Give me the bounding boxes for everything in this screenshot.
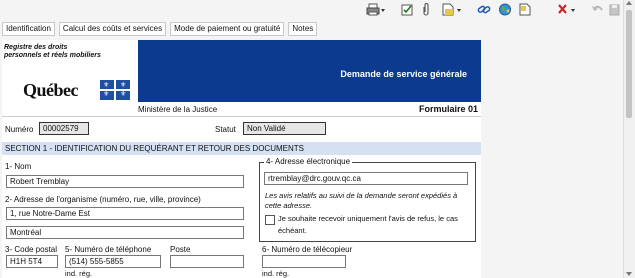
header-banner: Demande de service générale xyxy=(138,40,481,102)
telephone-label: 5- Numéro de téléphone xyxy=(65,245,152,254)
tab-calcul-couts[interactable]: Calcul des coûts et services xyxy=(58,22,167,36)
divider xyxy=(2,116,481,117)
paperclip-icon[interactable] xyxy=(420,2,432,17)
scroll-down-icon[interactable] xyxy=(626,272,632,276)
nom-label: 1- Nom xyxy=(5,162,32,171)
tab-identification[interactable]: Identification xyxy=(2,22,55,36)
numero-label: Numéro xyxy=(5,125,34,134)
poste-field[interactable] xyxy=(170,255,244,268)
form-number: Formulaire 01 xyxy=(418,104,478,114)
refusal-checkbox[interactable] xyxy=(265,215,275,225)
globe-icon[interactable] xyxy=(497,2,513,17)
adresse-label: 2- Adresse de l'organisme (numéro, rue, … xyxy=(5,195,201,204)
email-label: 4- Adresse électronique xyxy=(264,157,353,166)
form-page: Registre des droits personnels et réels … xyxy=(2,40,481,278)
statut-field: Non Validé xyxy=(243,122,326,135)
banner-title: Demande de service générale xyxy=(340,69,467,79)
fax-label: 6- Numéro de télécopieur xyxy=(262,245,353,254)
code-postal-label: 3- Code postal xyxy=(5,245,58,254)
undo-icon[interactable] xyxy=(590,2,604,17)
checklist-icon[interactable] xyxy=(400,2,414,17)
telephone-field[interactable]: (514) 555-5855 xyxy=(65,255,161,268)
statut-label: Statut xyxy=(215,125,236,134)
adresse-line1-field[interactable]: 1, rue Notre-Dame Est xyxy=(6,207,244,220)
tab-mode-paiement[interactable]: Mode de paiement ou gratuité xyxy=(170,22,285,36)
scroll-up-icon[interactable] xyxy=(626,1,632,5)
email-group: 4- Adresse électronique rtremblay@drc.go… xyxy=(259,157,476,242)
tab-notes[interactable]: Notes xyxy=(288,22,318,36)
fax-field[interactable] xyxy=(262,255,346,268)
telephone-ind-reg-label: ind. rég. xyxy=(65,269,93,278)
quebec-wordmark: Québec xyxy=(23,80,79,100)
code-postal-field[interactable]: H1H 5T4 xyxy=(6,255,58,268)
refusal-checkbox-label: Je souhaite recevoir uniquement l'avis d… xyxy=(278,214,458,235)
nom-field[interactable]: Robert Tremblay xyxy=(6,175,244,188)
poste-label: Poste xyxy=(170,245,191,254)
close-icon[interactable] xyxy=(555,2,581,17)
note-icon[interactable] xyxy=(517,2,531,17)
registry-name: Registre des droits personnels et réels … xyxy=(4,44,101,59)
quebec-logo: Registre des droits personnels et réels … xyxy=(2,40,138,102)
save-icon[interactable] xyxy=(608,2,620,17)
email-note: Les avis relatifs au suivi de la demande… xyxy=(265,191,458,210)
printer-icon[interactable] xyxy=(365,2,387,17)
numero-field: 00002579 xyxy=(39,122,89,135)
scroll-thumb[interactable] xyxy=(626,10,632,118)
section-1-header: SECTION 1 - IDENTIFICATION DU REQUÉRANT … xyxy=(2,142,481,155)
ministry-name: Ministère de la Justice xyxy=(138,105,218,114)
fleurdelise-flag-icon: ⚜ ⚜ ⚜ ⚜ xyxy=(100,80,130,100)
email-field[interactable]: rtremblay@drc.gouv.qc.ca xyxy=(264,172,468,185)
adresse-line2-field[interactable]: Montréal xyxy=(6,226,244,239)
tab-bar: Identification Calcul des coûts et servi… xyxy=(2,22,318,36)
fax-ind-reg-label: ind. rég. xyxy=(262,269,290,278)
link-icon[interactable] xyxy=(476,2,492,17)
toolbar xyxy=(0,0,620,20)
new-document-icon[interactable] xyxy=(440,2,466,17)
vertical-scrollbar[interactable] xyxy=(623,0,635,278)
